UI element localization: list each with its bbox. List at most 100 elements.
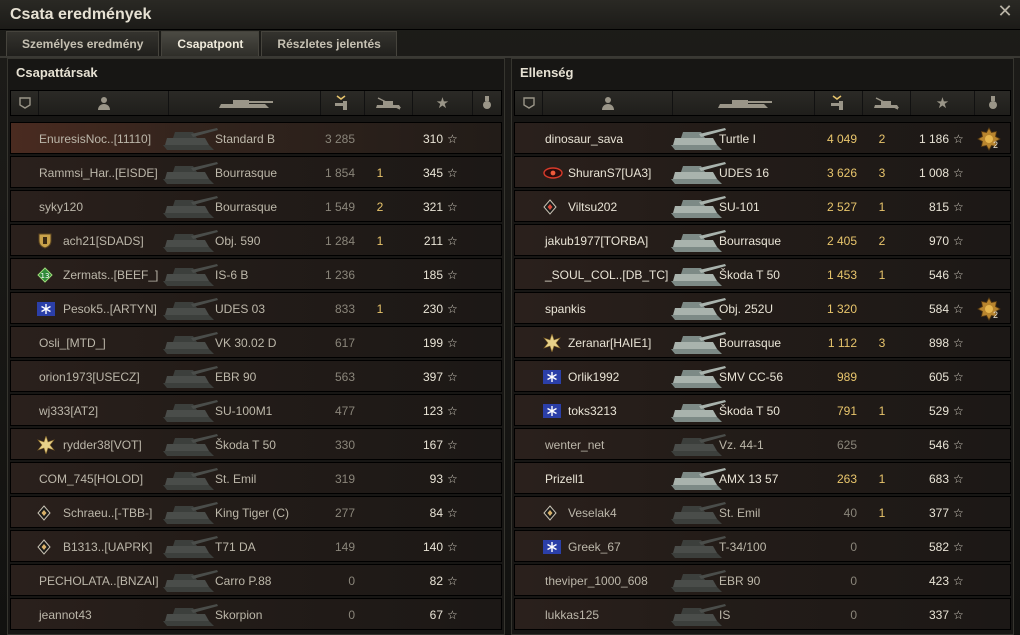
xp-star-icon: ☆: [953, 574, 964, 588]
kills-column-header[interactable]: [365, 91, 413, 115]
player-row[interactable]: ShuranS7[UA3] UDES 16 3 626 3 1 008 ☆: [514, 156, 1011, 188]
player-name: Orlik1992: [568, 370, 620, 384]
xp-value: 82: [429, 574, 443, 588]
player-column-header[interactable]: [39, 91, 169, 115]
damage-value: 1 284: [324, 234, 355, 248]
player-row[interactable]: syky120 Bourrasque 1 549 2 321 ☆: [10, 190, 502, 222]
enemies-panel: Ellenség ★ dinosaur_sava Turtle I 4 049 …: [511, 58, 1014, 635]
kills-column-header[interactable]: [863, 91, 911, 115]
xp-star-icon: ☆: [953, 166, 964, 180]
tank-column-header[interactable]: [169, 91, 321, 115]
xp-value: 93: [429, 472, 443, 486]
player-row[interactable]: B1313..[UAPRK] T71 DA 149 140 ☆: [10, 530, 502, 562]
player-row[interactable]: Greek_67 T-34/100 0 582 ☆: [514, 530, 1011, 562]
player-row[interactable]: rydder38[VOT] Škoda T 50 330 167 ☆: [10, 428, 502, 460]
player-row[interactable]: orion1973[USECZ] EBR 90 563 397 ☆: [10, 360, 502, 392]
medal-icon: [988, 96, 997, 109]
player-row[interactable]: _SOUL_COL..[DB_TC] Škoda T 50 1 453 1 546 ☆: [514, 258, 1011, 290]
kills-value: [867, 599, 897, 631]
player-row[interactable]: Orlik1992 SMV CC-56 989 605 ☆: [514, 360, 1011, 392]
player-row[interactable]: Rammsi_Har..[EISDE] Bourrasque 1 854 1 345 ☆: [10, 156, 502, 188]
xp-value: 185: [422, 268, 443, 282]
xp-column-header[interactable]: ★: [911, 91, 975, 115]
tank-name: UDES 03: [215, 302, 266, 316]
xp-star-icon: ☆: [447, 132, 458, 146]
xp-star-icon: ★: [435, 95, 450, 112]
damage-value: 0: [348, 574, 355, 588]
kills-value: 2: [376, 200, 384, 214]
medal-column-header[interactable]: [473, 91, 501, 115]
kills-value: 1: [878, 472, 886, 486]
tank-name: Obj. 590: [215, 234, 261, 248]
player-row[interactable]: Viltsu202 SU-101 2 527 1 815 ☆: [514, 190, 1011, 222]
player-row[interactable]: toks3213 Škoda T 50 791 1 529 ☆: [514, 394, 1011, 426]
gold-star-badge-icon: [543, 333, 561, 353]
player-row[interactable]: Prizell1 AMX 13 57 263 1 683 ☆: [514, 462, 1011, 494]
damage-column-header[interactable]: [815, 91, 863, 115]
player-name: wj333[AT2]: [39, 404, 99, 418]
damage-value: 263: [836, 472, 857, 486]
damage-value: 625: [836, 438, 857, 452]
kills-value: [365, 259, 395, 291]
player-name: ach21[SDADS]: [63, 234, 144, 248]
tank-name: SU-100M1: [215, 404, 273, 418]
damage-value: 989: [836, 370, 857, 384]
medal-column-header[interactable]: [975, 91, 1010, 115]
tank-name: Skorpion: [215, 608, 263, 622]
damage-value: 0: [850, 540, 857, 554]
kills-value: [365, 599, 395, 631]
player-row[interactable]: Schraeu..[-TBB-] King Tiger (C) 277 84 ☆: [10, 496, 502, 528]
player-name: dinosaur_sava: [545, 132, 624, 146]
player-row[interactable]: spankis Obj. 252U 1 320 584 ☆ 2: [514, 292, 1011, 324]
diamond-badge-icon: [37, 539, 53, 555]
tank-column-header[interactable]: [673, 91, 815, 115]
kills-value: [365, 395, 395, 427]
player-row[interactable]: Pesok5..[ARTYN] UDES 03 833 1 230 ☆: [10, 292, 502, 324]
player-row[interactable]: PECHOLATA..[BNZAI] Carro P.88 0 82 ☆: [10, 564, 502, 596]
close-icon[interactable]: ✕: [996, 3, 1014, 21]
player-row[interactable]: jeannot43 Skorpion 0 67 ☆: [10, 598, 502, 630]
damage-value: 1 112: [827, 336, 857, 350]
player-row[interactable]: theviper_1000_608 EBR 90 0 423 ☆: [514, 564, 1011, 596]
player-name: rydder38[VOT]: [63, 438, 142, 452]
player-row[interactable]: wj333[AT2] SU-100M1 477 123 ☆: [10, 394, 502, 426]
tank-silhouette-icon: [159, 125, 221, 160]
kills-value: 1: [878, 268, 886, 282]
xp-star-icon: ☆: [953, 302, 964, 316]
squad-column-header[interactable]: [11, 91, 39, 115]
player-row[interactable]: Veselak4 St. Emil 40 1 377 ☆: [514, 496, 1011, 528]
xp-value: 123: [422, 404, 443, 418]
player-row[interactable]: ach21[SDADS] Obj. 590 1 284 1 211 ☆: [10, 224, 502, 256]
player-column-header[interactable]: [543, 91, 673, 115]
tank-silhouette-icon: [159, 329, 221, 364]
tank-silhouette-icon: [159, 567, 221, 602]
tab-team-score[interactable]: Csapatpont: [161, 31, 260, 56]
squad-column-header[interactable]: [515, 91, 543, 115]
tank-name: T-34/100: [719, 540, 767, 554]
player-row[interactable]: wenter_net Vz. 44-1 625 546 ☆: [514, 428, 1011, 460]
player-row[interactable]: jakub1977[TORBA] Bourrasque 2 405 2 970 ☆: [514, 224, 1011, 256]
player-row[interactable]: COM_745[HOLOD] St. Emil 319 93 ☆: [10, 462, 502, 494]
tank-silhouette-icon: [159, 601, 221, 635]
player-row[interactable]: EnuresisNoc..[11110] Standard B 3 285 310 ☆: [10, 122, 502, 154]
tab-personal[interactable]: Személyes eredmény: [6, 31, 160, 56]
svg-text:13: 13: [41, 272, 50, 280]
tab-detailed-report[interactable]: Részletes jelentés: [261, 31, 397, 56]
xp-star-icon: ☆: [953, 200, 964, 214]
kills-value: 1: [376, 234, 384, 248]
damage-value: 149: [334, 540, 355, 554]
player-row[interactable]: dinosaur_sava Turtle I 4 049 2 1 186 ☆ 2: [514, 122, 1011, 154]
damage-column-header[interactable]: [321, 91, 365, 115]
kills-value: 1: [878, 506, 886, 520]
xp-value: 546: [928, 438, 949, 452]
player-row[interactable]: Osli_[MTD_] VK 30.02 D 617 199 ☆: [10, 326, 502, 358]
xp-star-icon: ☆: [447, 268, 458, 282]
xp-star-icon: ☆: [447, 506, 458, 520]
player-row[interactable]: Zeranar[HAIE1] Bourrasque 1 112 3 898 ☆: [514, 326, 1011, 358]
player-row[interactable]: lukkas125 IS 0 337 ☆: [514, 598, 1011, 630]
xp-value: 970: [928, 234, 949, 248]
xp-value: 584: [928, 302, 949, 316]
damage-value: 3 626: [826, 166, 857, 180]
player-row[interactable]: 13 Zermats..[BEEF_] IS-6 B 1 236 185 ☆: [10, 258, 502, 290]
xp-column-header[interactable]: ★: [413, 91, 473, 115]
